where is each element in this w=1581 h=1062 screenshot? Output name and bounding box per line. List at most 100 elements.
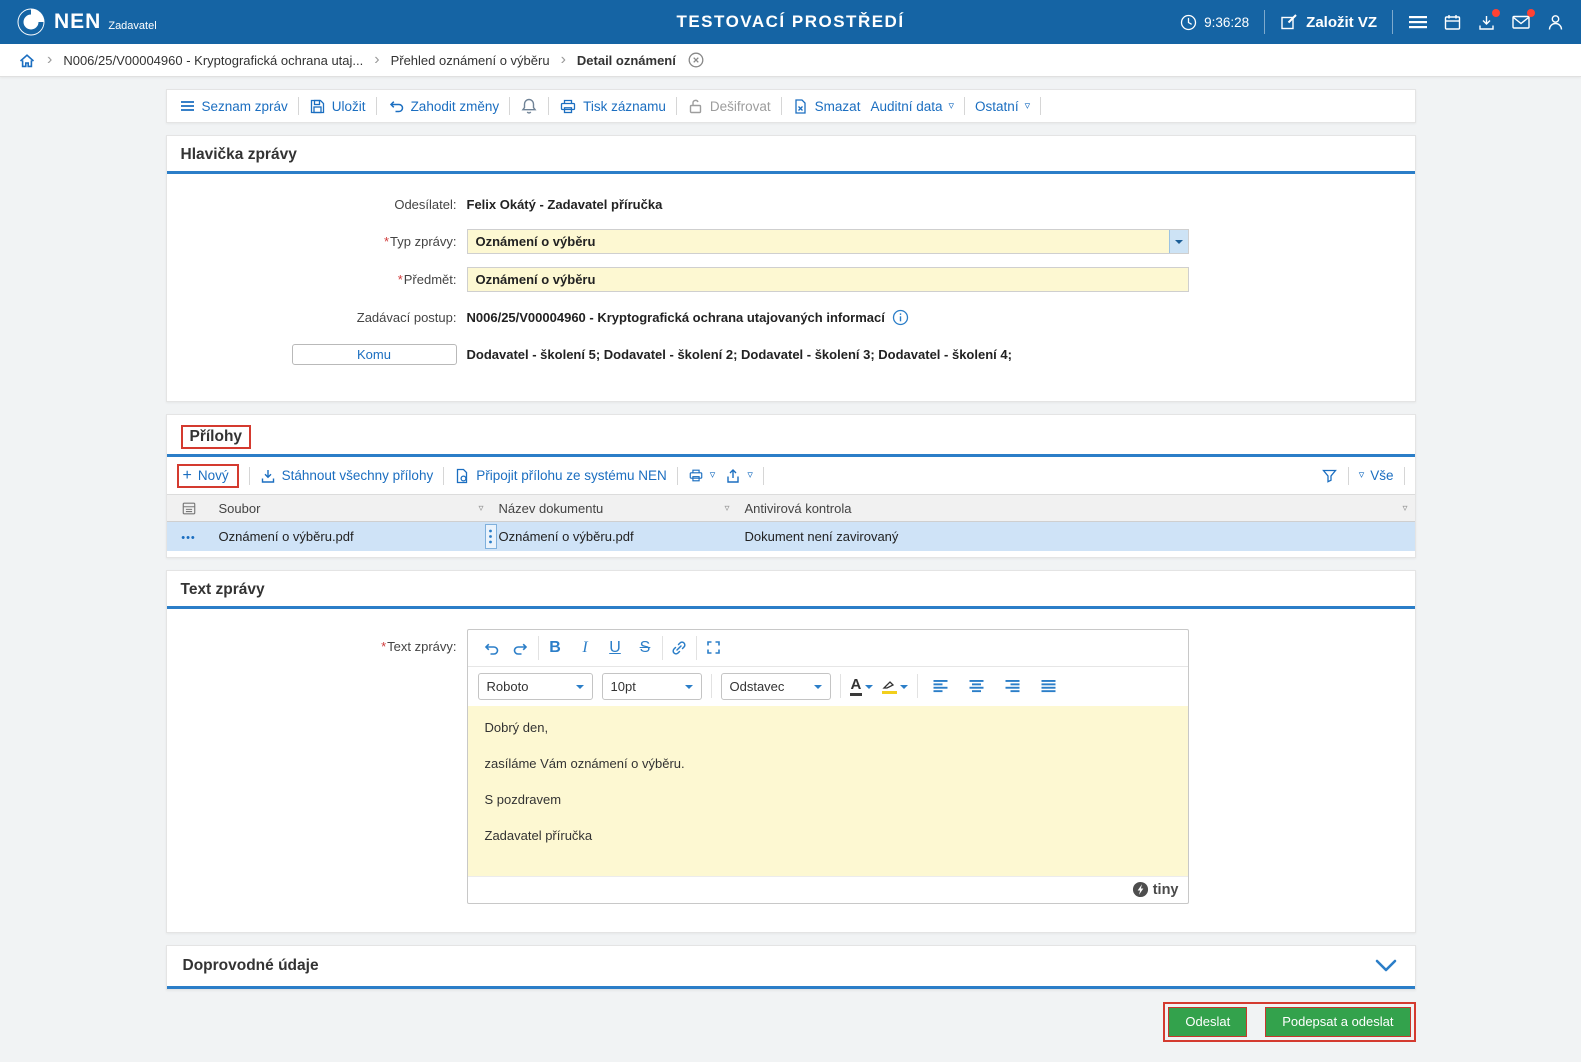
send-button[interactable]: Odeslat bbox=[1168, 1006, 1248, 1037]
column-header-antivirus[interactable]: Antivirová kontrola ▿ bbox=[736, 494, 1415, 522]
environment-title: TESTOVACÍ PROSTŘEDÍ bbox=[676, 12, 905, 31]
toolbar-divider bbox=[548, 97, 550, 115]
brand-subtitle: Zadavatel bbox=[108, 20, 157, 32]
column-filter-icon[interactable]: ▿ bbox=[724, 503, 729, 514]
toolbar-divider bbox=[1403, 466, 1405, 485]
chevron-down-icon bbox=[684, 684, 693, 693]
create-vz-button[interactable]: Založit VZ bbox=[1280, 13, 1377, 31]
audit-data-label: Auditní data bbox=[870, 98, 943, 114]
downloads-badge bbox=[1492, 8, 1500, 17]
column-header-doc-name[interactable]: Název dokumentu ▿ bbox=[490, 494, 737, 522]
filter-button[interactable] bbox=[1321, 468, 1338, 484]
calendar-icon[interactable] bbox=[1443, 13, 1462, 32]
topbar-separator bbox=[1264, 10, 1266, 34]
editor-highlight-color-button[interactable] bbox=[882, 678, 909, 694]
share-icon bbox=[725, 468, 741, 484]
editor-undo-icon[interactable] bbox=[478, 634, 505, 661]
funnel-icon bbox=[1321, 468, 1338, 484]
close-detail-icon[interactable] bbox=[687, 51, 705, 69]
editor-content-area[interactable]: Dobrý den, zasíláme Vám oznámení o výběr… bbox=[467, 705, 1188, 876]
subject-label: *Předmět: bbox=[397, 272, 457, 287]
editor-align-right-icon[interactable] bbox=[999, 673, 1026, 700]
column-header-file[interactable]: Soubor ▿ bbox=[210, 494, 491, 522]
export-attachments-button[interactable]: ▿ bbox=[725, 468, 753, 484]
filter-all-button[interactable]: ▿ Vše bbox=[1359, 468, 1394, 483]
recipients-button[interactable]: Komu bbox=[291, 343, 457, 365]
footer-actions: Odeslat Podepsat a odeslat bbox=[166, 1001, 1416, 1042]
print-record-button[interactable]: Tisk záznamu bbox=[559, 98, 666, 115]
subject-input[interactable]: Oznámení o výběru bbox=[466, 267, 1189, 292]
row-antivirus-status: Dokument není zavirovaný bbox=[744, 528, 899, 544]
editor-strikethrough-button[interactable]: S bbox=[632, 634, 659, 661]
editor-italic-button[interactable]: I bbox=[572, 634, 599, 661]
editor-divider bbox=[917, 674, 919, 698]
list-icon bbox=[179, 98, 196, 114]
highlight-icon bbox=[882, 678, 898, 694]
procedure-label: Zadávací postup: bbox=[356, 309, 457, 325]
editor-block-select[interactable]: Odstavec bbox=[720, 672, 831, 700]
save-button[interactable]: Uložit bbox=[309, 98, 366, 115]
editor-align-justify-icon[interactable] bbox=[1035, 673, 1062, 700]
new-attachment-annotation: + Nový bbox=[176, 463, 239, 488]
editor-font-select[interactable]: Roboto bbox=[477, 672, 593, 700]
table-row[interactable]: ••• Oznámení o výběru.pdf Oznámení o výb… bbox=[166, 521, 1415, 551]
toolbar-divider bbox=[762, 466, 764, 485]
new-attachment-button[interactable]: + Nový bbox=[183, 467, 229, 484]
row-file-name: Oznámení o výběru.pdf bbox=[218, 528, 354, 544]
editor-divider bbox=[661, 635, 663, 660]
toolbar-divider bbox=[248, 466, 250, 485]
expand-section-icon[interactable] bbox=[1373, 958, 1399, 974]
editor-text-color-button[interactable]: A bbox=[849, 676, 874, 697]
editor-fontsize-value: 10pt bbox=[610, 678, 636, 694]
audit-data-button[interactable]: Auditní data ▿ bbox=[870, 99, 954, 114]
editor-link-icon[interactable] bbox=[666, 634, 693, 661]
editor-align-center-icon[interactable] bbox=[963, 673, 990, 700]
info-icon[interactable] bbox=[892, 309, 909, 326]
message-type-select[interactable]: Oznámení o výběru bbox=[466, 229, 1189, 254]
dropdown-triangle-icon: ▿ bbox=[747, 469, 753, 481]
breadcrumb-separator-icon: › bbox=[560, 51, 566, 68]
top-bar: NEN Zadavatel TESTOVACÍ PROSTŘEDÍ 9:36:2… bbox=[0, 0, 1581, 44]
breadcrumb-item-procedure[interactable]: N006/25/V00004960 - Kryptografická ochra… bbox=[63, 53, 363, 68]
home-icon[interactable] bbox=[18, 52, 36, 69]
notification-bell-button[interactable] bbox=[520, 97, 538, 115]
column-filter-icon[interactable]: ▿ bbox=[478, 503, 483, 514]
editor-underline-button[interactable]: U bbox=[602, 634, 629, 661]
breadcrumb-separator-icon: › bbox=[47, 51, 53, 68]
additional-data-section: Doprovodné údaje bbox=[165, 944, 1416, 990]
toolbar-divider bbox=[1347, 466, 1349, 485]
delete-button[interactable]: Smazat bbox=[792, 98, 860, 115]
sender-label: Odesílatel: bbox=[394, 196, 457, 212]
column-filter-icon[interactable]: ▿ bbox=[1402, 503, 1407, 514]
user-icon[interactable] bbox=[1546, 13, 1565, 32]
sign-and-send-button[interactable]: Podepsat a odeslat bbox=[1265, 1006, 1411, 1037]
attach-from-nen-button[interactable]: Připojit přílohu ze systému NEN bbox=[454, 468, 667, 484]
select-arrow-icon[interactable] bbox=[1168, 230, 1188, 253]
toolbar-divider bbox=[443, 466, 445, 485]
message-list-button[interactable]: Seznam zpráv bbox=[179, 98, 288, 114]
messages-badge bbox=[1527, 9, 1535, 17]
clock-time: 9:36:28 bbox=[1204, 14, 1250, 30]
menu-icon[interactable] bbox=[1408, 13, 1428, 31]
print-attachments-button[interactable]: ▿ bbox=[688, 468, 715, 483]
column-settings-header[interactable] bbox=[166, 494, 211, 522]
column-resize-handle[interactable] bbox=[484, 524, 497, 549]
editor-bold-button[interactable]: B bbox=[542, 634, 569, 661]
toolbar-divider bbox=[964, 97, 966, 115]
editor-align-left-icon[interactable] bbox=[927, 673, 954, 700]
other-actions-button[interactable]: Ostatní ▿ bbox=[975, 99, 1030, 114]
nen-logo[interactable]: NEN Zadavatel bbox=[16, 7, 157, 37]
row-menu-icon[interactable]: ••• bbox=[181, 532, 196, 544]
recipients-value: Dodavatel - školení 5; Dodavatel - škole… bbox=[466, 346, 1012, 362]
download-all-button[interactable]: Stáhnout všechny přílohy bbox=[260, 468, 433, 484]
downloads-icon[interactable] bbox=[1477, 8, 1500, 32]
messages-icon[interactable] bbox=[1511, 9, 1535, 31]
editor-fontsize-select[interactable]: 10pt bbox=[601, 672, 702, 700]
editor-redo-icon[interactable] bbox=[508, 634, 535, 661]
breadcrumb-item-overview[interactable]: Přehled oznámení o výběru bbox=[391, 53, 550, 68]
text-color-icon: A bbox=[849, 676, 863, 697]
discard-changes-button[interactable]: Zahodit změny bbox=[387, 98, 499, 114]
tiny-branding[interactable]: tiny bbox=[1132, 881, 1179, 898]
editor-fullscreen-icon[interactable] bbox=[700, 634, 727, 661]
message-text-section: Text zprávy *Text zprávy: B I U S Roboto… bbox=[165, 569, 1416, 933]
